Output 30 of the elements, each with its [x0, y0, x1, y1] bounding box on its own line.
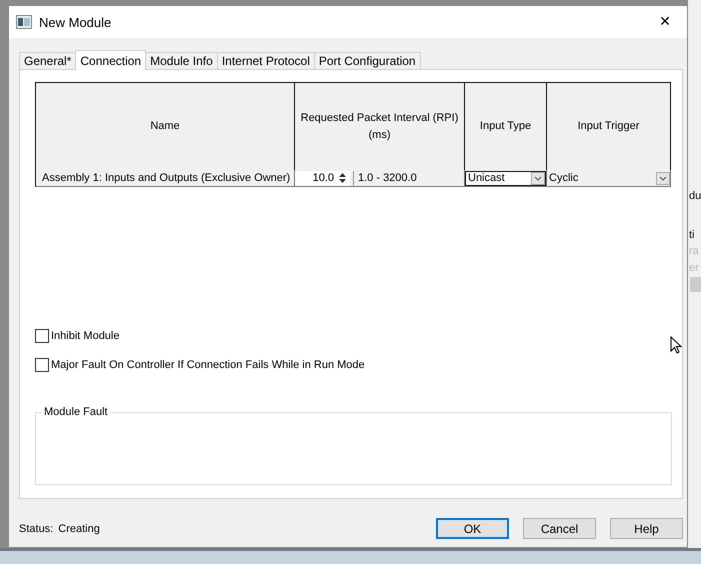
background-text: du [689, 190, 701, 202]
background-text: ra [689, 245, 699, 257]
checkbox[interactable] [35, 358, 49, 372]
window-title: New Module [39, 14, 112, 30]
tab[interactable]: General* [19, 52, 76, 69]
close-button[interactable]: ✕ [643, 7, 687, 37]
background-text: ti [689, 229, 694, 241]
group-title: Module Fault [43, 406, 109, 418]
spinner-arrows-icon [338, 171, 347, 185]
dialog-button[interactable]: Cancel [523, 518, 596, 539]
range-text: 1.0 - 3200.0 [353, 170, 417, 186]
status-value: Creating [58, 522, 100, 534]
status-label: Status: [19, 522, 54, 534]
input-trigger-dropdown[interactable]: Cyclic [547, 170, 670, 186]
rpi-spinner[interactable]: 10.0 [295, 170, 350, 186]
background-text: er [689, 262, 699, 274]
dialog-button[interactable]: OK [436, 518, 509, 539]
checkbox-label: Major Fault On Controller If Connection Fails While in Run Mode [51, 359, 365, 371]
column-header: Requested Packet Interval (RPI) (ms) [294, 82, 465, 171]
window-icon [16, 15, 32, 29]
checkbox[interactable] [35, 329, 49, 343]
column-header: Name [35, 82, 295, 171]
table-cell: Assembly 1: Inputs and Outputs (Exclusive Owner) [35, 170, 295, 187]
checkbox-label: Inhibit Module [51, 330, 120, 342]
column-header: Input Type [464, 82, 547, 171]
dialog-button[interactable]: Help [610, 518, 683, 539]
input-type-dropdown[interactable]: Unicast [465, 170, 546, 186]
tab[interactable]: Connection [75, 50, 146, 70]
tab[interactable]: Port Configuration [314, 52, 421, 69]
column-header: Input Trigger [546, 82, 671, 171]
